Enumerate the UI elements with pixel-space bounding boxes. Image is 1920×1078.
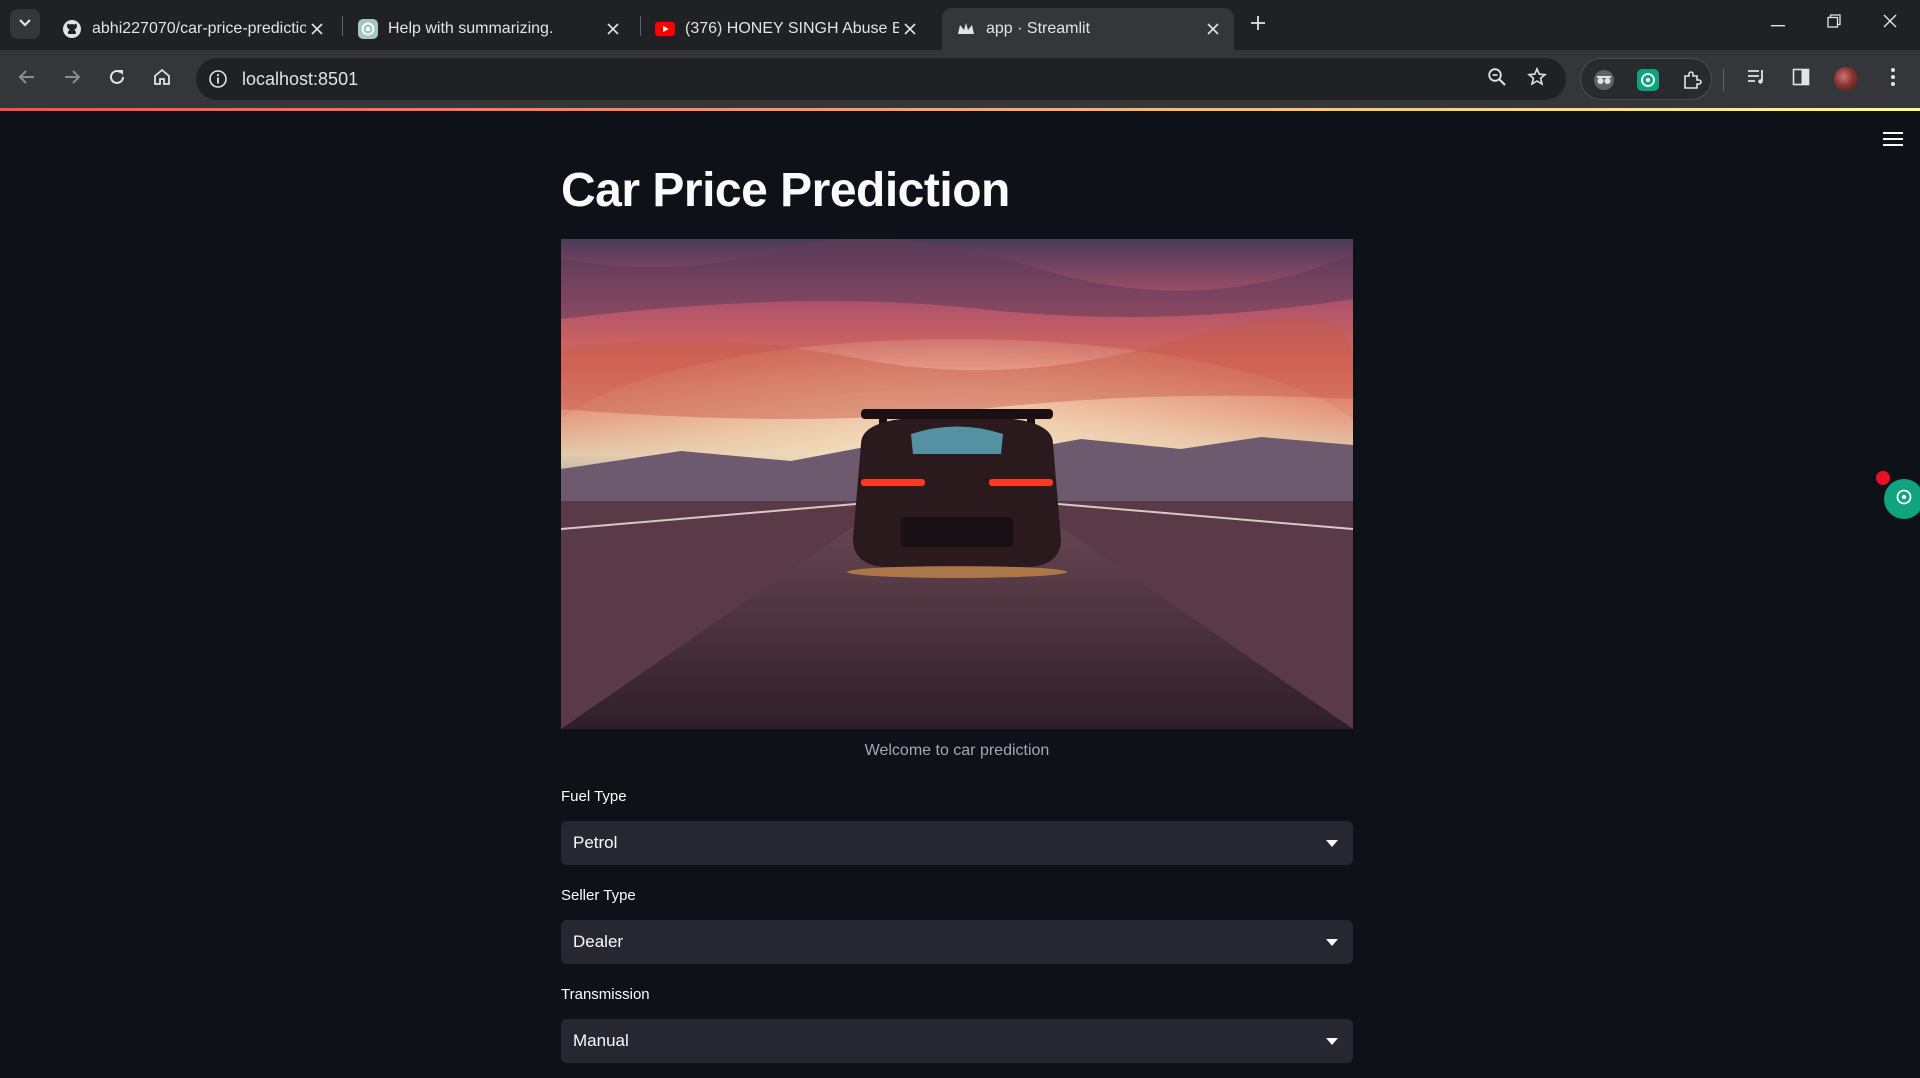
hamburger-line [1883,144,1903,146]
browser-tab-streamlit[interactable]: app · Streamlit [942,8,1234,50]
address-bar[interactable]: localhost:8501 [196,58,1566,100]
bookmark-button[interactable] [1524,66,1550,92]
toolbar-divider [1723,69,1724,91]
browser-tab-strip: abhi227070/car-price-prediction Help wit… [0,0,1920,50]
plus-icon [1250,15,1266,36]
github-icon [62,19,82,39]
streamlit-icon [956,19,976,39]
tab-title: (376) HONEY SINGH Abuse BADSHAH [685,20,899,37]
minimize-button[interactable] [1750,0,1806,46]
hero-car-image [561,239,1353,729]
forward-button[interactable] [57,64,87,94]
extensions-group [1580,58,1712,100]
close-icon[interactable] [1202,18,1224,40]
more-vert-icon [1890,67,1896,92]
tab-title: app · Streamlit [986,20,1091,37]
caret-down-icon [1325,1035,1339,1047]
hamburger-line [1883,132,1903,134]
transmission-select[interactable]: Manual [561,1019,1353,1063]
streamlit-app: Car Price Prediction Welcome to car pred… [0,111,1920,1078]
reload-icon [108,68,126,91]
browser-tab-chatgpt[interactable]: Help with summarizing. [344,8,634,50]
tab-search-button[interactable] [10,9,40,39]
caret-down-icon [1325,837,1339,849]
avatar [1834,67,1858,91]
browser-tab-youtube[interactable]: (376) HONEY SINGH Abuse BADSHAH [641,8,931,50]
restore-button[interactable] [1806,0,1862,46]
chatgpt-icon [358,19,378,39]
site-info-icon[interactable] [206,67,230,91]
caret-down-icon [1325,936,1339,948]
browser-toolbar: localhost:8501 [0,50,1920,108]
close-icon[interactable] [306,18,328,40]
new-tab-button[interactable] [1244,11,1272,39]
seller-type-select[interactable]: Dealer [561,920,1353,964]
youtube-icon [655,19,675,39]
close-icon [1883,14,1897,33]
url-text[interactable]: localhost:8501 [242,69,358,90]
reload-button[interactable] [102,64,132,94]
extensions-puzzle-icon[interactable] [1679,67,1705,93]
seller-type-value: Dealer [573,932,624,951]
profile-button[interactable] [1833,66,1859,92]
tab-title: abhi227070/car-price-prediction [92,20,306,37]
transmission-label: Transmission [561,986,650,1003]
playlist-icon [1747,68,1767,91]
notification-dot [1876,471,1890,485]
star-icon [1526,66,1548,92]
close-icon[interactable] [899,18,921,40]
main-menu-button[interactable] [1882,129,1904,149]
fuel-type-value: Petrol [573,833,618,852]
arrow-right-icon [63,68,81,91]
side-panel-icon [1792,68,1810,91]
fuel-type-select[interactable]: Petrol [561,821,1353,865]
minimize-icon [1771,14,1785,32]
transmission-value: Manual [573,1031,629,1050]
home-button[interactable] [147,64,177,94]
close-icon[interactable] [602,18,624,40]
page-title: Car Price Prediction [561,164,1010,217]
back-button[interactable] [12,64,42,94]
tab-separator [342,16,343,36]
hamburger-line [1883,138,1903,140]
home-icon [152,67,172,92]
seller-type-label: Seller Type [561,887,636,904]
browser-tab-github[interactable]: abhi227070/car-price-prediction [48,8,338,50]
tab-title: Help with summarizing. [388,20,554,37]
chatgpt-floating-widget[interactable] [1884,479,1920,519]
close-window-button[interactable] [1862,0,1918,46]
zoom-icon [1487,67,1507,92]
restore-icon [1827,13,1841,33]
chevron-down-icon [18,15,32,33]
chatgpt-extension-icon[interactable] [1635,67,1661,93]
fuel-type-label: Fuel Type [561,788,627,805]
image-caption: Welcome to car prediction [864,742,1050,759]
chatgpt-icon [1894,487,1914,512]
browser-menu-button[interactable] [1880,66,1906,92]
zoom-button[interactable] [1484,66,1510,92]
side-panel-button[interactable] [1788,66,1814,92]
incognito-extension-icon[interactable] [1591,67,1617,93]
arrow-left-icon [18,68,36,91]
media-control-button[interactable] [1744,66,1770,92]
